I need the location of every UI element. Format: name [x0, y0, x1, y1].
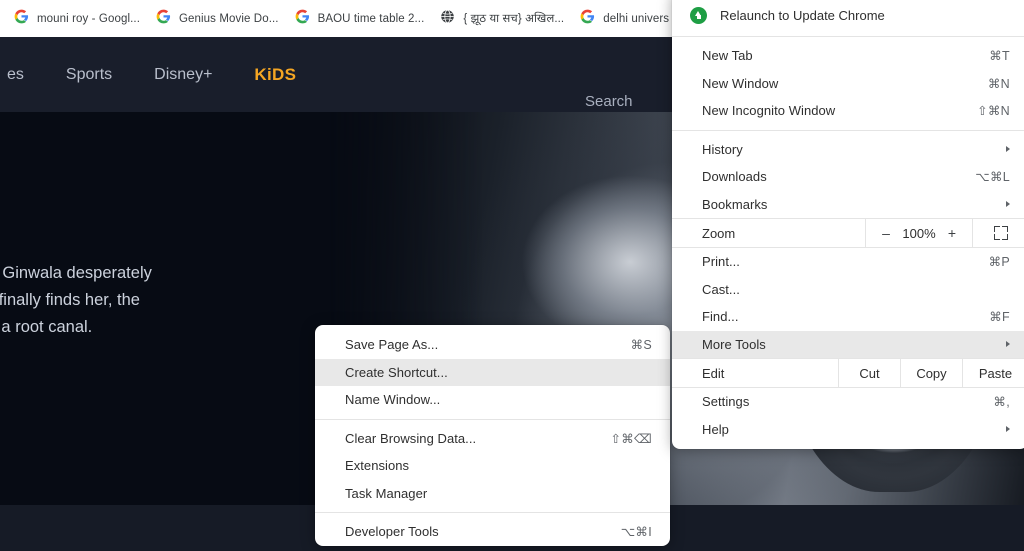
menu-item-accel: ⌥⌘L: [975, 170, 1010, 185]
submenu-item-name-window[interactable]: Name Window...: [315, 386, 670, 414]
bookmark-label: delhi univers: [603, 12, 670, 25]
submenu-item-developer-tools[interactable]: Developer Tools ⌥⌘I: [315, 518, 670, 546]
submenu-divider: [315, 512, 670, 513]
google-g-icon: [580, 9, 595, 29]
submenu-item-label: Name Window...: [345, 392, 441, 408]
submenu-item-accel: ⌥⌘I: [620, 525, 652, 540]
hero-description: eddy Ginwala desperately h he finally fi…: [0, 260, 292, 341]
nav-item-sports[interactable]: Sports: [45, 66, 133, 84]
menu-item-history[interactable]: History: [672, 136, 1024, 164]
menu-divider: [672, 129, 1024, 131]
chevron-right-icon: [1006, 201, 1010, 208]
hero-description-line-2: h he finally finds her, the: [0, 291, 140, 309]
chevron-right-icon: [1006, 146, 1010, 153]
menu-item-label: Downloads: [702, 169, 767, 185]
menu-item-new-tab[interactable]: New Tab ⌘T: [672, 42, 1024, 70]
menu-item-settings[interactable]: Settings ⌘,: [672, 388, 1024, 416]
copy-button[interactable]: Copy: [900, 359, 962, 387]
screenshot-root: es Sports Disney+ KiDS Search Ginwala de…: [0, 0, 1024, 551]
bookmark-label: { झूठ या सच} अखिल...: [463, 13, 565, 25]
menu-item-label: Print...: [702, 254, 740, 270]
submenu-divider: [315, 418, 670, 420]
google-g-icon: [295, 9, 310, 29]
bookmark-label: Genius Movie Do...: [178, 12, 279, 25]
submenu-item-extensions[interactable]: Extensions: [315, 452, 670, 480]
menu-item-label: New Window: [702, 75, 779, 91]
bookmark-item[interactable]: delhi univers: [572, 6, 677, 32]
cut-button[interactable]: Cut: [838, 359, 900, 387]
menu-item-label: Help: [702, 421, 729, 437]
zoom-label: Zoom: [702, 225, 736, 241]
menu-item-print[interactable]: Print... ⌘P: [672, 248, 1024, 276]
menu-item-label: More Tools: [702, 336, 766, 352]
menu-item-new-window[interactable]: New Window ⌘N: [672, 70, 1024, 98]
submenu-item-label: Save Page As...: [345, 337, 439, 353]
menu-item-label: Bookmarks: [702, 196, 768, 212]
menu-item-accel: ⌘N: [987, 76, 1010, 91]
bookmark-label: mouni roy - Googl...: [37, 12, 140, 25]
menu-item-label: New Incognito Window: [702, 103, 836, 119]
menu-item-label: Settings: [702, 394, 750, 410]
menu-item-label: Cast...: [702, 281, 740, 297]
zoom-level-value: 100%: [902, 225, 936, 241]
menu-item-accel: ⇧⌘N: [977, 104, 1010, 119]
nav-item-kids[interactable]: KiDS: [233, 65, 317, 85]
bookmark-item[interactable]: { झूठ या सच} अखिल...: [432, 6, 572, 32]
fullscreen-icon: [993, 226, 1008, 240]
menu-row-zoom: Zoom – 100% +: [672, 218, 1024, 248]
submenu-item-label: Developer Tools: [345, 524, 439, 540]
menu-item-accel: ⌘T: [989, 49, 1010, 64]
menu-item-label: New Tab: [702, 48, 753, 64]
chrome-main-menu: Relaunch to Update Chrome New Tab ⌘T New…: [672, 0, 1024, 449]
update-arrow-icon: [690, 6, 707, 24]
menu-item-label: History: [702, 141, 743, 157]
menu-item-new-incognito-window[interactable]: New Incognito Window ⇧⌘N: [672, 97, 1024, 125]
menu-item-label: Find...: [702, 309, 739, 325]
menu-item-accel: ⌘,: [993, 395, 1010, 410]
site-nav-links: es Sports Disney+ KiDS: [0, 65, 317, 85]
hero-description-line-3: ul as a root canal.: [0, 318, 93, 336]
zoom-controls: – 100% +: [865, 219, 972, 247]
google-g-icon: [14, 9, 29, 29]
submenu-item-label: Clear Browsing Data...: [345, 430, 477, 446]
submenu-item-label: Extensions: [345, 458, 410, 474]
menu-item-help[interactable]: Help: [672, 416, 1024, 444]
bookmark-item[interactable]: Genius Movie Do...: [148, 6, 287, 32]
menu-row-edit: Edit Cut Copy Paste: [672, 358, 1024, 388]
chevron-right-icon: [1006, 341, 1010, 348]
submenu-item-task-manager[interactable]: Task Manager: [315, 480, 670, 508]
submenu-item-create-shortcut[interactable]: Create Shortcut...: [315, 358, 670, 386]
menu-item-more-tools[interactable]: More Tools: [672, 330, 1024, 358]
menu-item-accel: ⌘F: [989, 310, 1010, 325]
more-tools-submenu: Save Page As... ⌘S Create Shortcut... Na…: [315, 325, 670, 546]
bookmark-item[interactable]: BAOU time table 2...: [287, 6, 433, 32]
menu-item-accel: ⌘P: [988, 255, 1010, 270]
submenu-item-clear-browsing-data[interactable]: Clear Browsing Data... ⇧⌘⌫: [315, 425, 670, 453]
menu-item-relaunch-to-update[interactable]: Relaunch to Update Chrome: [672, 0, 1024, 31]
menu-item-cast[interactable]: Cast...: [672, 276, 1024, 304]
submenu-item-accel: ⌘S: [630, 338, 652, 353]
hero-description-line-1: eddy Ginwala desperately: [0, 264, 152, 282]
menu-divider: [672, 36, 1024, 37]
menu-item-find[interactable]: Find... ⌘F: [672, 303, 1024, 331]
submenu-item-save-page-as[interactable]: Save Page As... ⌘S: [315, 331, 670, 359]
submenu-item-label: Task Manager: [345, 485, 428, 501]
paste-button[interactable]: Paste: [962, 359, 1024, 387]
zoom-out-button[interactable]: –: [875, 225, 897, 241]
menu-item-bookmarks[interactable]: Bookmarks: [672, 191, 1024, 219]
bookmark-label: BAOU time table 2...: [317, 12, 425, 25]
chevron-right-icon: [1006, 426, 1010, 433]
menu-item-downloads[interactable]: Downloads ⌥⌘L: [672, 163, 1024, 191]
relaunch-label: Relaunch to Update Chrome: [720, 7, 885, 23]
globe-icon: [440, 9, 455, 29]
submenu-item-accel: ⇧⌘⌫: [610, 431, 652, 446]
submenu-item-label: Create Shortcut...: [345, 364, 448, 380]
nav-item-movies-truncated[interactable]: es: [0, 66, 45, 84]
zoom-in-button[interactable]: +: [941, 225, 963, 241]
fullscreen-button[interactable]: [972, 219, 1024, 247]
edit-label: Edit: [702, 365, 725, 381]
google-g-icon: [156, 9, 171, 29]
nav-item-disney-plus[interactable]: Disney+: [133, 66, 233, 84]
bookmark-item[interactable]: mouni roy - Googl...: [6, 6, 148, 32]
